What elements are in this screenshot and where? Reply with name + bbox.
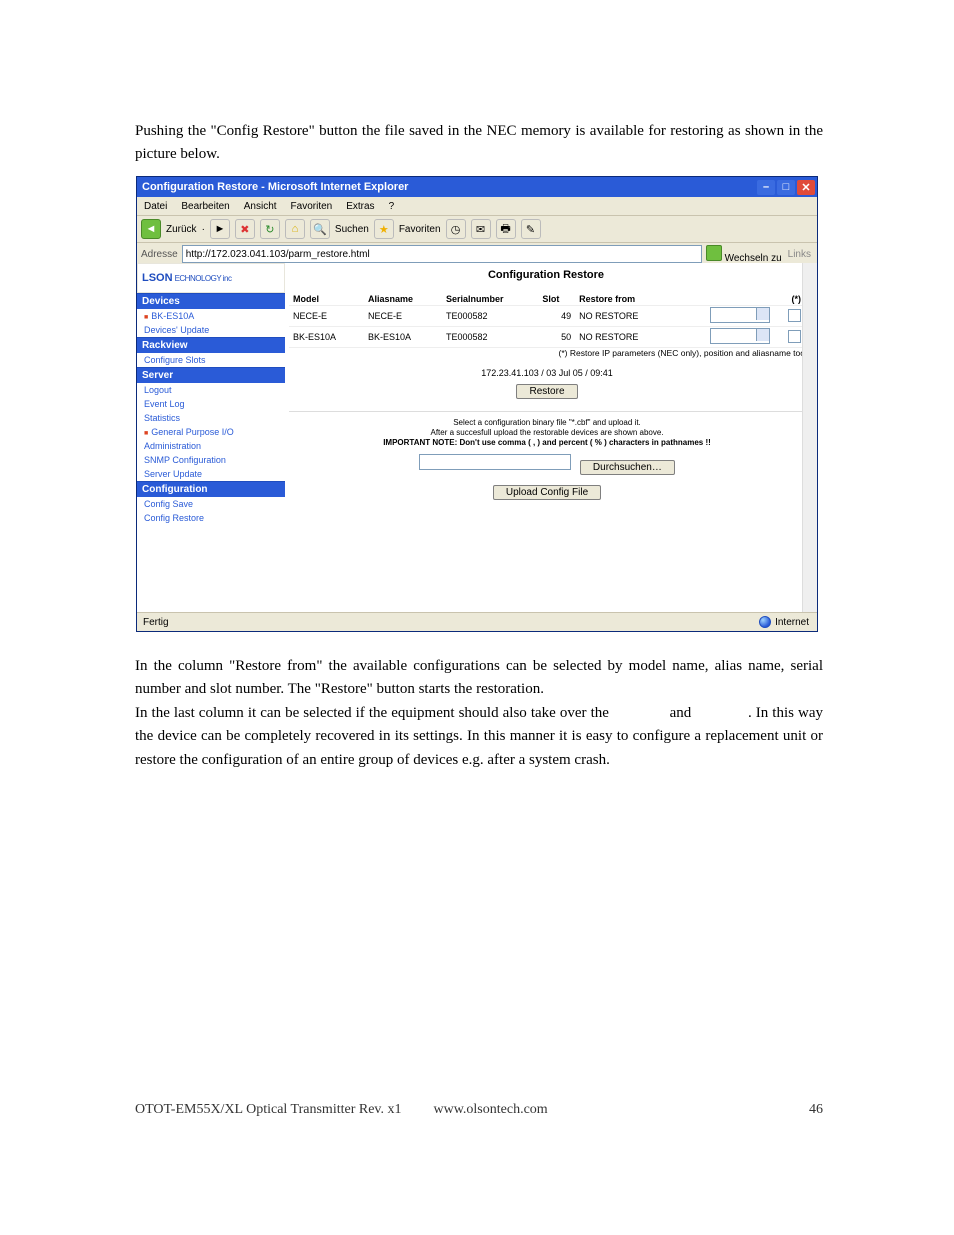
upload-config-button[interactable]: Upload Config File bbox=[493, 485, 601, 500]
footer-mid: www.olsontech.com bbox=[434, 1102, 634, 1118]
footer-left: OTOT-EM55X/XL Optical Transmitter Rev. x… bbox=[135, 1102, 430, 1118]
sidebar-logo: LSONECHNOLOGY inc bbox=[137, 263, 285, 293]
restore-star-checkbox[interactable] bbox=[788, 309, 801, 322]
sidebar-item-bkes10a[interactable]: ■BK-ES10A bbox=[137, 309, 285, 323]
sidebar-header-devices: Devices bbox=[137, 293, 285, 309]
sidebar-item-event-log[interactable]: Event Log bbox=[137, 397, 285, 411]
close-button[interactable]: ✕ bbox=[797, 180, 815, 195]
paragraph-3: In the last column it can be selected if… bbox=[135, 702, 823, 772]
sidebar-item-configure-slots[interactable]: Configure Slots bbox=[137, 353, 285, 367]
table-row: BK-ES10ABK-ES10ATE000582 50NO RESTORE bbox=[289, 327, 805, 348]
links-label[interactable]: Links bbox=[788, 249, 811, 260]
go-area[interactable]: Wechseln zu bbox=[706, 245, 782, 264]
mail-icon[interactable]: ✉ bbox=[471, 219, 491, 239]
restore-select[interactable] bbox=[710, 328, 770, 344]
stop-button[interactable]: ✖ bbox=[235, 219, 255, 239]
favorites-icon[interactable]: ★ bbox=[374, 219, 394, 239]
sidebar-item-statistics[interactable]: Statistics bbox=[137, 411, 285, 425]
paragraph-1: Pushing the "Config Restore" button the … bbox=[135, 120, 823, 167]
col-star: (*) bbox=[774, 293, 805, 306]
menu-datei[interactable]: Datei bbox=[137, 201, 174, 212]
timestamp-line: 172.23.41.103 / 03 Jul 05 / 09:41 bbox=[289, 358, 805, 384]
status-text: Fertig bbox=[137, 617, 169, 628]
minimize-button[interactable]: – bbox=[757, 180, 775, 195]
sidebar-item-gpio[interactable]: ■General Purpose I/O bbox=[137, 425, 285, 439]
sidebar-item-administration[interactable]: Administration bbox=[137, 439, 285, 453]
sidebar: LSONECHNOLOGY inc Devices ■BK-ES10A Devi… bbox=[137, 263, 285, 613]
col-restore-from: Restore from bbox=[575, 293, 674, 306]
page-footer: OTOT-EM55X/XL Optical Transmitter Rev. x… bbox=[135, 1102, 823, 1118]
window-title: Configuration Restore - Microsoft Intern… bbox=[137, 181, 408, 193]
toolbar: ◄ Zurück · ► ✖ ↻ ⌂ 🔍 Suchen ★ Favoriten … bbox=[137, 216, 817, 243]
menu-extras[interactable]: Extras bbox=[339, 201, 381, 212]
col-alias: Aliasname bbox=[364, 293, 442, 306]
history-icon[interactable]: ◷ bbox=[446, 219, 466, 239]
browse-button[interactable]: Durchsuchen… bbox=[580, 460, 675, 475]
address-label: Adresse bbox=[137, 249, 182, 260]
footer-page-number: 46 bbox=[809, 1102, 823, 1118]
col-serial: Serialnumber bbox=[442, 293, 538, 306]
go-label: Wechseln zu bbox=[725, 253, 782, 264]
upload-hint: Select a configuration binary file "*.cb… bbox=[289, 412, 805, 448]
back-label: Zurück bbox=[166, 224, 197, 235]
sidebar-item-devices-update[interactable]: Devices' Update bbox=[137, 323, 285, 337]
print-icon[interactable]: 🖶 bbox=[496, 219, 516, 239]
sidebar-item-snmp[interactable]: SNMP Configuration bbox=[137, 453, 285, 467]
menu-bearbeiten[interactable]: Bearbeiten bbox=[174, 201, 236, 212]
paragraph-2: In the column "Restore from" the availab… bbox=[135, 655, 823, 702]
search-icon[interactable]: 🔍 bbox=[310, 219, 330, 239]
sidebar-header-configuration: Configuration bbox=[137, 481, 285, 497]
col-slot: Slot bbox=[538, 293, 575, 306]
table-row: NECE-ENECE-ETE000582 49NO RESTORE bbox=[289, 306, 805, 327]
sidebar-item-config-restore[interactable]: Config Restore bbox=[137, 511, 285, 525]
edit-icon[interactable]: ✎ bbox=[521, 219, 541, 239]
sidebar-item-logout[interactable]: Logout bbox=[137, 383, 285, 397]
menu-help[interactable]: ? bbox=[382, 201, 402, 212]
menu-ansicht[interactable]: Ansicht bbox=[237, 201, 284, 212]
window-titlebar: Configuration Restore - Microsoft Intern… bbox=[137, 177, 817, 197]
address-input[interactable] bbox=[182, 245, 702, 263]
globe-icon bbox=[759, 616, 771, 628]
menu-favoriten[interactable]: Favoriten bbox=[284, 201, 340, 212]
favorites-label: Favoriten bbox=[399, 224, 441, 235]
zone-indicator: Internet bbox=[759, 616, 817, 628]
restore-select[interactable] bbox=[710, 307, 770, 323]
refresh-button[interactable]: ↻ bbox=[260, 219, 280, 239]
restore-star-checkbox[interactable] bbox=[788, 330, 801, 343]
page-title: Configuration Restore bbox=[289, 263, 803, 287]
scrollbar[interactable] bbox=[802, 263, 817, 613]
separator: · bbox=[202, 224, 205, 235]
back-button[interactable]: ◄ bbox=[141, 219, 161, 239]
sidebar-header-rackview: Rackview bbox=[137, 337, 285, 353]
sidebar-item-server-update[interactable]: Server Update bbox=[137, 467, 285, 481]
sidebar-header-server: Server bbox=[137, 367, 285, 383]
sidebar-item-config-save[interactable]: Config Save bbox=[137, 497, 285, 511]
embedded-screenshot: Configuration Restore - Microsoft Intern… bbox=[136, 176, 818, 632]
star-note: (*) Restore IP parameters (NEC only), po… bbox=[289, 348, 805, 358]
menu-bar: Datei Bearbeiten Ansicht Favoriten Extra… bbox=[137, 197, 817, 216]
search-label: Suchen bbox=[335, 224, 369, 235]
home-button[interactable]: ⌂ bbox=[285, 219, 305, 239]
go-icon bbox=[706, 245, 722, 261]
status-bar: Fertig Internet bbox=[137, 612, 817, 631]
col-model: Model bbox=[289, 293, 364, 306]
maximize-button[interactable]: □ bbox=[777, 180, 795, 195]
file-input[interactable] bbox=[419, 454, 571, 470]
restore-button[interactable]: Restore bbox=[516, 384, 577, 399]
restore-table: Model Aliasname Serialnumber Slot Restor… bbox=[289, 293, 805, 348]
forward-button[interactable]: ► bbox=[210, 219, 230, 239]
